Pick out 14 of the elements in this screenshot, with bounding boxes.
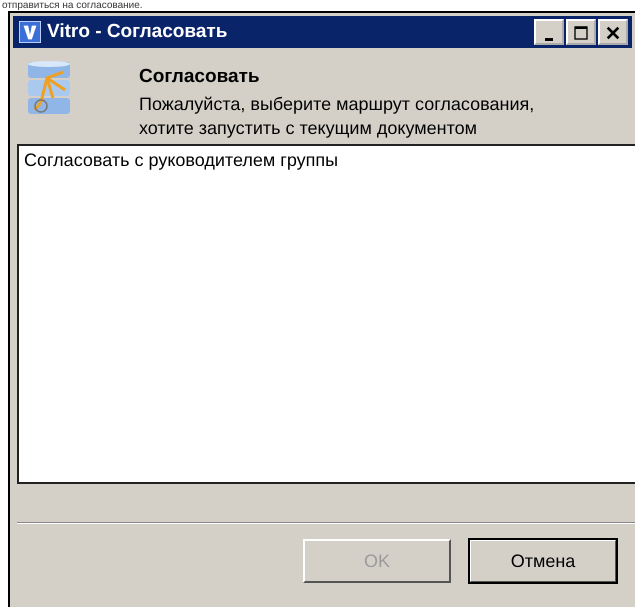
maximize-icon: [573, 25, 589, 41]
maximize-button[interactable]: [566, 19, 596, 45]
minimize-button[interactable]: [534, 19, 564, 45]
route-item[interactable]: Согласовать с руководителем группы: [24, 150, 635, 171]
instruction-text: хотите запустить с текущим документом: [139, 117, 478, 140]
close-button[interactable]: [598, 19, 628, 45]
heading: Согласовать: [139, 66, 261, 89]
window-title: Vitro - Согласовать: [47, 21, 228, 43]
close-icon: [605, 25, 621, 41]
dialog-button[interactable]: Отмена: [469, 539, 617, 583]
caption-text: отправиться на согласование.: [1, 0, 143, 11]
instruction-text: Пожалуйста, выберите маршрут согласования,: [139, 93, 534, 116]
app-logo-icon: [19, 21, 41, 43]
minimize-icon: [545, 38, 553, 41]
